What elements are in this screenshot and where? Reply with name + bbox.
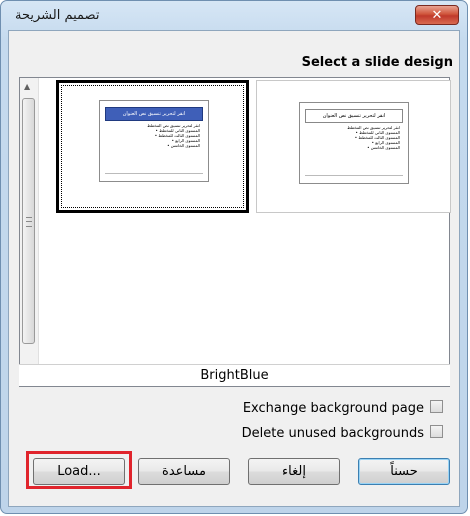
- design-thumbnail-brightblue[interactable]: انقر لتحرير تنسيق نص العنوان انقر لتحرير…: [56, 80, 249, 213]
- vertical-scrollbar[interactable]: ▲ ▼: [20, 78, 39, 386]
- exchange-background-checkbox[interactable]: [430, 400, 443, 413]
- cancel-button[interactable]: إلغاء: [248, 458, 340, 485]
- slide-preview-footer: [305, 175, 403, 180]
- exchange-background-option[interactable]: Exchange background page: [243, 400, 443, 416]
- highlight-frame: [26, 451, 132, 489]
- design-list[interactable]: ▲ ▼ انقر لتحرير تنسيق نص العنوان انقر لت…: [19, 77, 451, 387]
- scrollbar-thumb[interactable]: [22, 98, 35, 344]
- slide-preview-footer: [105, 173, 203, 178]
- exchange-background-label: Exchange background page: [242, 401, 424, 416]
- window-title: تصميم الشريحة: [15, 8, 100, 23]
- ok-button[interactable]: حسناً: [358, 458, 450, 485]
- dialog-content: Select a slide design ▲ ▼ انقر لتحرير تن…: [8, 30, 460, 507]
- help-button[interactable]: مساعدة: [138, 458, 230, 485]
- grip-icon: [26, 217, 32, 227]
- slide-preview-body: انقر لتحرير تنسيق نص المخطط • المستوى ال…: [108, 123, 200, 148]
- slide-line: • المستوى الخامس: [367, 145, 400, 150]
- slide-preview-body: انقر لتحرير تنسيق نص المخطط • المستوى ال…: [308, 125, 400, 150]
- slide-preview: انقر لتحرير تنسيق نص العنوان انقر لتحرير…: [299, 102, 409, 184]
- slide-design-dialog: تصميم الشريحة ✕ Select a slide design ▲ …: [0, 0, 468, 514]
- delete-unused-checkbox[interactable]: [430, 425, 443, 438]
- delete-unused-label: Delete unused backgrounds: [241, 426, 424, 441]
- slide-preview-title: انقر لتحرير تنسيق نص العنوان: [105, 107, 203, 121]
- delete-unused-option[interactable]: Delete unused backgrounds: [242, 425, 443, 441]
- slide-preview-title: انقر لتحرير تنسيق نص العنوان: [305, 109, 403, 123]
- slide-preview: انقر لتحرير تنسيق نص العنوان انقر لتحرير…: [99, 100, 209, 182]
- close-button[interactable]: ✕: [415, 5, 459, 25]
- design-thumbnail-default[interactable]: انقر لتحرير تنسيق نص العنوان انقر لتحرير…: [256, 80, 451, 213]
- slide-line: • المستوى الخامس: [167, 143, 200, 148]
- selected-design-caption: BrightBlue: [19, 364, 450, 386]
- scroll-up-arrow-icon[interactable]: ▲: [24, 82, 30, 91]
- section-heading: Select a slide design: [301, 55, 453, 70]
